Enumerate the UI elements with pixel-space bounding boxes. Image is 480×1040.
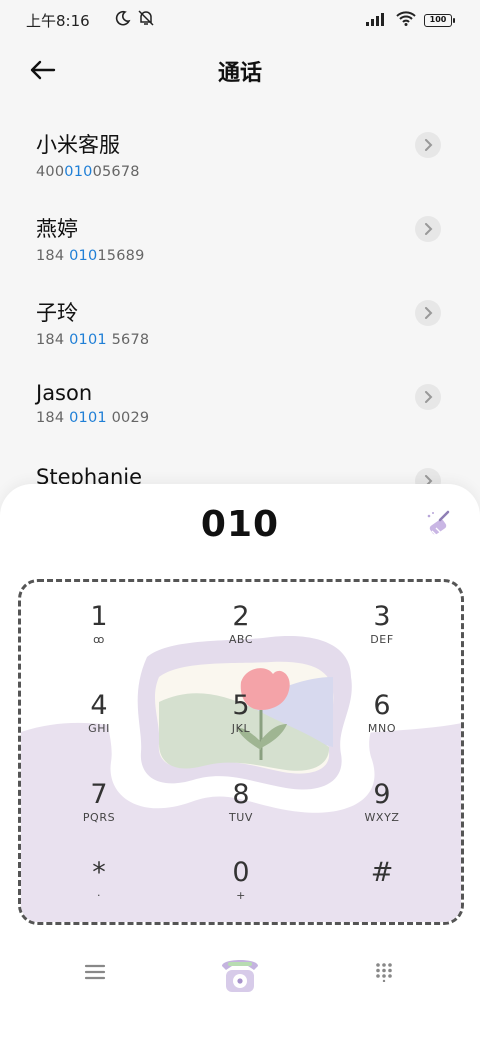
key-5[interactable]: 5 JKL xyxy=(191,691,291,761)
key-6[interactable]: 6 MNO xyxy=(332,691,432,761)
clear-button[interactable] xyxy=(422,508,454,540)
key-star[interactable]: * · xyxy=(49,858,149,922)
chevron-right-icon xyxy=(425,391,433,403)
contact-number: 184 01015689 xyxy=(36,248,145,264)
key-7[interactable]: 7 PQRS xyxy=(49,780,149,850)
bottom-nav xyxy=(0,940,480,1020)
status-time: 上午8:16 xyxy=(26,12,90,30)
contact-detail-button[interactable] xyxy=(415,132,441,158)
contact-number: 184 0101 5678 xyxy=(36,332,150,348)
contact-row[interactable]: 小米客服 40001005678 xyxy=(0,120,480,204)
chevron-right-icon xyxy=(425,223,433,235)
contact-name: 燕婷 xyxy=(36,217,78,241)
key-hash[interactable]: # xyxy=(332,858,432,922)
contact-row[interactable]: 燕婷 184 01015689 xyxy=(0,204,480,288)
menu-button[interactable] xyxy=(84,962,106,986)
phone-call-icon xyxy=(222,960,258,992)
key-4[interactable]: 4 GHI xyxy=(49,691,149,761)
chevron-right-icon xyxy=(425,139,433,151)
contact-row[interactable]: 子玲 184 0101 5678 xyxy=(0,288,480,372)
contact-number: 40001005678 xyxy=(36,164,140,180)
key-3[interactable]: 3 DEF xyxy=(332,602,432,672)
chevron-right-icon xyxy=(425,307,433,319)
wifi-icon xyxy=(396,11,416,30)
key-0[interactable]: 0 + xyxy=(191,858,291,922)
dialed-number: 010 xyxy=(200,504,280,545)
status-bar: 上午8:16 100 xyxy=(0,0,480,40)
call-button[interactable] xyxy=(218,952,262,1000)
header: 通话 xyxy=(0,45,480,95)
contact-name: 子玲 xyxy=(36,301,78,325)
battery-icon: 100 xyxy=(424,14,455,27)
contact-detail-button[interactable] xyxy=(415,300,441,326)
voicemail-icon: ꝏ xyxy=(93,633,105,646)
contact-list: 小米客服 40001005678 燕婷 184 01015689 子玲 184 … xyxy=(0,120,480,540)
contact-detail-button[interactable] xyxy=(415,216,441,242)
contact-name: Jason xyxy=(36,381,93,405)
page-title: 通话 xyxy=(217,61,262,86)
moon-icon xyxy=(115,10,131,30)
signal-icon xyxy=(366,11,388,30)
broom-icon xyxy=(427,510,450,536)
contact-detail-button[interactable] xyxy=(415,384,441,410)
contact-row[interactable]: Jason 184 0101 0029 xyxy=(0,372,480,456)
contact-number: 184 0101 0029 xyxy=(36,410,150,426)
key-9[interactable]: 9 WXYZ xyxy=(332,780,432,850)
keypad-icon xyxy=(376,963,392,983)
bell-off-icon xyxy=(137,10,155,30)
key-1[interactable]: 1ꝏ xyxy=(49,602,149,672)
key-8[interactable]: 8 TUV xyxy=(191,780,291,850)
key-2[interactable]: 2 ABC xyxy=(191,602,291,672)
menu-icon xyxy=(84,964,106,980)
keypad: 1ꝏ 2 ABC 3 DEF 4 GHI 5 JKL 6 MNO 7 PQRS 8 TUV 9… xyxy=(18,579,464,925)
contact-name: 小米客服 xyxy=(36,133,120,157)
keypad-toggle-button[interactable] xyxy=(374,962,394,986)
